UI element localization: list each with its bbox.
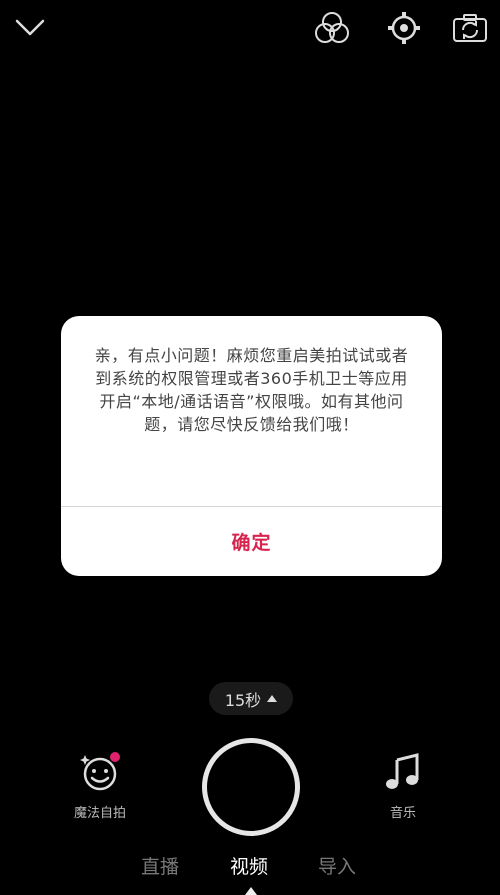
music-label: 音乐	[389, 806, 416, 821]
tab-import[interactable]: 导入	[318, 852, 356, 879]
mode-tabs: 直播 视频 导入	[0, 852, 500, 882]
notification-dot	[110, 752, 120, 762]
music-note-icon	[383, 752, 423, 792]
camera-flip-icon[interactable]	[450, 8, 490, 48]
tab-live[interactable]: 直播	[141, 852, 179, 879]
confirm-button[interactable]: 确定	[61, 507, 442, 576]
active-tab-indicator	[245, 887, 257, 895]
record-button[interactable]	[202, 738, 300, 836]
magic-selfie-label: 魔法自拍	[73, 806, 126, 821]
music-button[interactable]: 音乐	[372, 752, 434, 821]
duration-label: 15秒	[224, 690, 262, 710]
permission-dialog: 亲，有点小问题！麻烦您重启美拍试试或者到系统的权限管理或者360手机卫士等应用开…	[61, 316, 442, 576]
tab-video[interactable]: 视频	[230, 852, 268, 879]
chevron-down-icon[interactable]	[10, 8, 50, 48]
camera-screen: 亲，有点小问题！麻烦您重启美拍试试或者到系统的权限管理或者360手机卫士等应用开…	[0, 0, 500, 895]
face-sparkle-icon	[80, 752, 120, 792]
filters-icon[interactable]	[312, 8, 352, 48]
caret-up-icon	[267, 695, 278, 702]
settings-icon[interactable]	[384, 8, 424, 48]
dialog-message: 亲，有点小问题！麻烦您重启美拍试试或者到系统的权限管理或者360手机卫士等应用开…	[94, 346, 409, 434]
duration-selector[interactable]: 15秒	[209, 682, 293, 715]
magic-selfie-button[interactable]: 魔法自拍	[62, 752, 138, 821]
